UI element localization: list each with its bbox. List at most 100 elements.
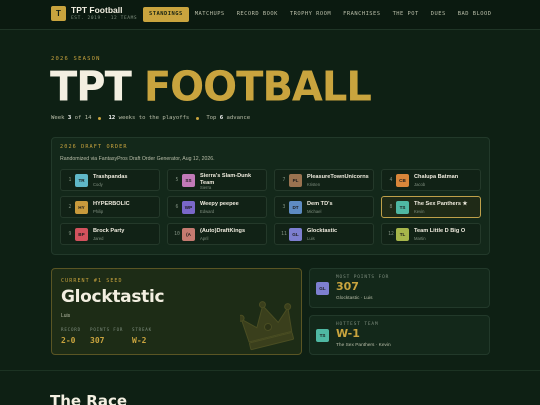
team-owner: Kristen	[307, 182, 321, 187]
hottest-team-name: The Sex Panthers · Kevin	[336, 343, 391, 348]
team-name: Trashpandas	[93, 174, 128, 180]
team-name: Glocktastic	[307, 228, 338, 234]
team-avatar: (A	[182, 228, 195, 241]
nav-bad-blood[interactable]: BAD BLOOD	[452, 7, 498, 22]
top-prefix: Top	[206, 115, 217, 121]
team-avatar: GL	[289, 228, 302, 241]
team-name: Team Little D Big O	[414, 228, 466, 234]
top-suffix: advance	[226, 115, 251, 121]
team-avatar: PL	[289, 174, 302, 187]
draft-note: Randomized via FantasyPros Draft Order G…	[60, 156, 215, 162]
stat-points-value: 307	[90, 336, 105, 345]
team-avatar: TS	[316, 329, 329, 342]
pick-number: 4	[389, 178, 393, 183]
draft-grid: 1 TR Trashpandas Cody 5 SS Sierra's Slam-Dunk …	[60, 169, 482, 245]
pick-number: 6	[175, 205, 179, 210]
team-name: Chalupa Batman	[414, 174, 459, 180]
team-owner: Edward	[200, 209, 215, 214]
brand-logo[interactable]: T	[51, 6, 66, 21]
pick-number: 2	[68, 205, 72, 210]
draft-pick-card[interactable]: 9 BP Brock Party Jared	[60, 223, 160, 245]
draft-pick-card[interactable]: 3 DT Dem TD's Michael	[274, 196, 374, 218]
pick-number: 9	[68, 232, 72, 237]
hottest-team-value: W-1	[336, 327, 360, 340]
nav-franchises[interactable]: FRANCHISES	[337, 7, 386, 22]
crown-icon	[240, 301, 294, 351]
title-gold-part: FOOTBALL	[143, 63, 372, 111]
team-avatar: WP	[182, 201, 195, 214]
team-owner: Kevin	[414, 209, 425, 214]
weeks-left-suffix: weeks to the playoffs	[118, 115, 190, 121]
team-owner: Jared	[93, 236, 104, 241]
stat-points-label: POINTS FOR	[90, 327, 124, 332]
title-white-part: TPT	[50, 63, 132, 111]
team-name: (Auto)DraftKings	[200, 228, 246, 234]
team-avatar: DT	[289, 201, 302, 214]
team-avatar: CB	[396, 174, 409, 187]
draft-pick-card[interactable]: 5 SS Sierra's Slam-Dunk Team Sierra	[167, 169, 267, 191]
separator-dot	[98, 116, 102, 120]
team-owner: Cody	[93, 182, 103, 187]
stat-record-label: RECORD	[61, 327, 81, 332]
hottest-team-card[interactable]: TS HOTTEST TEAM W-1 The Sex Panthers · K…	[309, 315, 490, 355]
nav-standings[interactable]: STANDINGS	[143, 7, 189, 22]
nav-dues[interactable]: DUES	[425, 7, 452, 22]
nav-matchups[interactable]: MATCHUPS	[189, 7, 231, 22]
team-owner: Martin	[414, 236, 426, 241]
team-name: Brock Party	[93, 228, 125, 234]
nav-trophy-room[interactable]: TROPHY ROOM	[284, 7, 337, 22]
top-count: 6	[219, 115, 224, 121]
week-of: of 14	[74, 115, 92, 121]
draft-pick-card[interactable]: 8 TS The Sex Panthers ★ Kevin	[381, 196, 481, 218]
team-owner: Sierra	[200, 185, 212, 190]
week-status-line: Week 3 of 14 12 weeks to the playoffs To…	[51, 115, 250, 121]
pick-number: 12	[388, 232, 394, 237]
team-owner: April	[200, 236, 209, 241]
current-seed-card[interactable]: CURRENT #1 SEED Glocktastic Luis RECORD …	[51, 268, 302, 355]
team-avatar: GL	[316, 282, 329, 295]
pick-number: 5	[175, 178, 179, 183]
most-points-value: 307	[336, 280, 359, 293]
draft-pick-card[interactable]: 2 HY HYPERBOLIC Philip	[60, 196, 160, 218]
stat-streak-value: W-2	[132, 336, 147, 345]
team-name: HYPERBOLIC	[93, 201, 130, 207]
team-avatar: TR	[75, 174, 88, 187]
separator-dot	[196, 116, 200, 120]
draft-pick-card[interactable]: 6 WP Weepy peepee Edward	[167, 196, 267, 218]
pick-number: 7	[282, 178, 286, 183]
team-avatar: SS	[182, 174, 195, 187]
team-owner: Michael	[307, 209, 322, 214]
draft-order-panel: 2026 DRAFT ORDER Randomized via FantasyP…	[51, 137, 490, 255]
draft-pick-card[interactable]: 1 TR Trashpandas Cody	[60, 169, 160, 191]
most-points-card[interactable]: GL MOST POINTS FOR 307 Glocktastic · Lui…	[309, 268, 490, 308]
team-name: Weepy peepee	[200, 201, 239, 207]
seed-tag: CURRENT #1 SEED	[61, 278, 123, 284]
most-points-team: Glocktastic · Luis	[336, 296, 373, 301]
main-nav: STANDINGS MATCHUPS RECORD BOOK TROPHY RO…	[143, 7, 497, 22]
team-avatar: TL	[396, 228, 409, 241]
brand-name[interactable]: TPT Football	[71, 5, 122, 15]
team-name: PleasureTownUnicorns	[307, 174, 369, 180]
team-avatar: TS	[396, 201, 409, 214]
team-owner: Luis	[307, 236, 315, 241]
team-avatar: HY	[75, 201, 88, 214]
pick-number: 3	[282, 205, 286, 210]
pick-number: 1	[68, 178, 72, 183]
draft-pick-card[interactable]: 12 TL Team Little D Big O Martin	[381, 223, 481, 245]
section-divider	[0, 370, 540, 371]
stat-streak-label: STREAK	[132, 327, 152, 332]
draft-pick-card[interactable]: 10 (A (Auto)DraftKings April	[167, 223, 267, 245]
pick-number: 8	[389, 205, 393, 210]
draft-heading: 2026 DRAFT ORDER	[60, 144, 128, 150]
draft-pick-card[interactable]: 11 GL Glocktastic Luis	[274, 223, 374, 245]
team-owner: Philip	[93, 209, 104, 214]
draft-pick-card[interactable]: 7 PL PleasureTownUnicorns Kristen	[274, 169, 374, 191]
nav-record-book[interactable]: RECORD BOOK	[231, 7, 284, 22]
nav-the-pot[interactable]: THE POT	[387, 7, 425, 22]
team-avatar: BP	[75, 228, 88, 241]
team-owner: Jacob	[414, 182, 426, 187]
team-name: The Sex Panthers ★	[414, 201, 468, 207]
draft-pick-card[interactable]: 4 CB Chalupa Batman Jacob	[381, 169, 481, 191]
page-title: TPT FOOTBALL	[50, 60, 372, 113]
week-prefix: Week	[51, 115, 65, 121]
